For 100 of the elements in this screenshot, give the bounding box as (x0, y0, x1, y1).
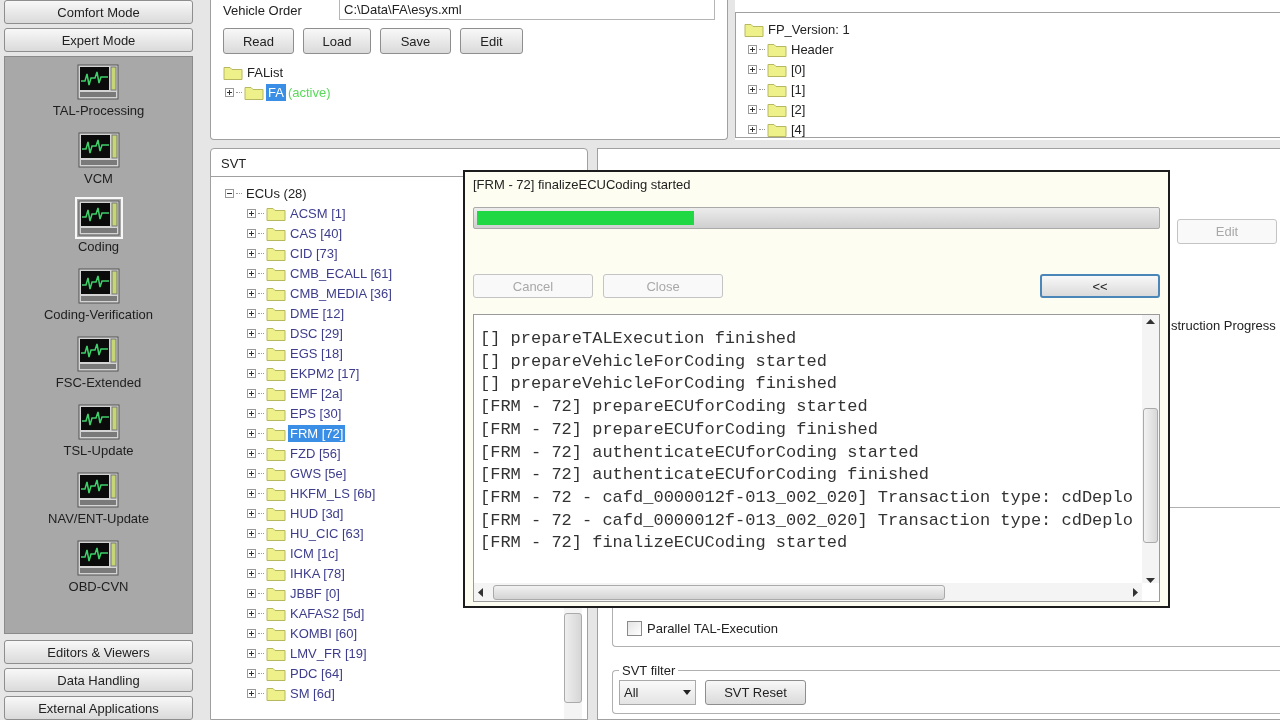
tree-item[interactable]: SM [6d] (288, 684, 337, 702)
folder-icon (266, 485, 286, 501)
log-line: [FRM - 72] authenticateECUforCoding started (480, 441, 919, 464)
folder-icon (266, 625, 286, 641)
expand-icon (247, 528, 256, 538)
mode-button[interactable]: Comfort Mode (4, 0, 193, 24)
tree-item[interactable]: PDC [64] (288, 664, 345, 682)
folder-icon (744, 21, 764, 37)
log-line: [] prepareVehicleForCoding started (480, 350, 827, 373)
folder-icon (244, 84, 264, 100)
log-line: [FRM - 72] finalizeECUCoding started (480, 532, 848, 555)
folder-icon (767, 121, 787, 137)
tree-item[interactable]: FAList (245, 63, 286, 81)
folder-icon (767, 41, 787, 57)
tree-item[interactable]: ACSM [1] (288, 204, 348, 222)
scroll-left-icon (478, 587, 483, 597)
tree-item[interactable]: [2] (789, 100, 808, 118)
scrollbar-thumb[interactable] (493, 584, 945, 600)
mode-button[interactable]: Editors & Viewers (4, 640, 193, 664)
tool-button[interactable]: TSL-Update (63, 401, 134, 469)
expand-icon (748, 104, 757, 114)
mode-button[interactable]: Expert Mode (4, 28, 193, 52)
tree-item[interactable]: CMB_MEDIA [36] (288, 284, 394, 302)
expand-icon (748, 124, 757, 134)
expand-icon (225, 87, 234, 97)
folder-icon (223, 64, 243, 80)
filter-dropdown[interactable]: All (619, 680, 696, 705)
expand-icon (247, 208, 256, 218)
folder-icon (266, 685, 286, 701)
folder-icon (266, 305, 286, 321)
folder-icon (266, 405, 286, 421)
tree-item[interactable]: IHKA [78] (288, 564, 347, 582)
expand-icon (748, 64, 757, 74)
mode-button[interactable]: Data Handling (4, 668, 193, 692)
checkbox-label: Parallel TAL-Execution (647, 621, 779, 636)
tree-item[interactable]: ECUs (28) (244, 184, 309, 202)
group-title: SVT filter (621, 663, 677, 678)
tree-item[interactable]: [0] (789, 60, 808, 78)
tree-item[interactable]: EPS [30] (288, 404, 344, 422)
tree-item[interactable]: [1] (789, 80, 808, 98)
action-button[interactable]: Save (380, 28, 451, 54)
folder-icon (266, 605, 286, 621)
tree-item[interactable]: HUD [3d] (288, 504, 346, 522)
tree-item[interactable]: CID [73] (288, 244, 340, 262)
expand-icon (247, 288, 256, 298)
tree-item[interactable]: FZD [56] (288, 444, 343, 462)
tool-button[interactable]: NAV/ENT-Update (48, 469, 149, 537)
expand-icon (247, 348, 256, 358)
tree-item[interactable]: GWS [5e] (288, 464, 349, 482)
scrollbar-thumb[interactable] (1143, 408, 1158, 543)
tree-item[interactable]: JBBF [0] (288, 584, 342, 602)
folder-icon (266, 665, 286, 681)
tree-item[interactable]: HKFM_LS [6b] (288, 484, 378, 502)
log-line: [FRM - 72] prepareECUforCoding finished (480, 418, 878, 441)
tool-button[interactable]: VCM (74, 129, 123, 197)
mode-button[interactable]: External Applications (4, 696, 193, 720)
tree-item[interactable]: LMV_FR [19] (288, 644, 369, 662)
tree-item[interactable]: EMF [2a] (288, 384, 345, 402)
collapse-button[interactable]: << (1040, 274, 1160, 298)
expand-icon (247, 388, 256, 398)
tree-item[interactable]: CMB_ECALL [61] (288, 264, 395, 282)
log-line: [FRM - 72] authenticateECUforCoding finished (480, 464, 929, 487)
expand-icon (748, 84, 757, 94)
tool-button[interactable]: OBD-CVN (68, 537, 129, 605)
folder-icon (266, 445, 286, 461)
tree-item[interactable]: Header (789, 40, 836, 58)
scrollbar-thumb[interactable] (564, 613, 582, 703)
action-button[interactable]: Edit (460, 28, 523, 54)
tree-item[interactable]: EKPM2 [17] (288, 364, 362, 382)
action-button[interactable]: Load (303, 28, 371, 54)
path-field[interactable]: C:\Data\FA\esys.xml (339, 0, 715, 20)
scroll-up-icon (1146, 319, 1155, 324)
tree-item[interactable]: FP_Version: 1 (766, 20, 852, 38)
folder-icon (266, 645, 286, 661)
tool-button[interactable]: FSC-Extended (55, 333, 142, 401)
tree-item[interactable]: DME [12] (288, 304, 347, 322)
reset-button[interactable]: SVT Reset (705, 680, 806, 705)
log-line: [] prepareVehicleForCoding finished (480, 373, 838, 396)
expand-icon (247, 508, 256, 518)
action-button[interactable]: Read (223, 28, 294, 54)
field-label: Vehicle Order (223, 2, 303, 18)
tree-item[interactable]: CAS [40] (288, 224, 345, 242)
tool-button[interactable]: Coding-Verification (43, 265, 154, 333)
tree-item[interactable]: [4] (789, 120, 808, 138)
tool-button[interactable]: TAL-Processing (52, 61, 145, 129)
tool-button[interactable]: Coding (74, 197, 123, 265)
tree-item[interactable]: HU_CIC [63] (288, 524, 366, 542)
log-line: [FRM - 72] prepareECUforCoding started (480, 396, 868, 419)
tree-item[interactable]: EGS [18] (288, 344, 345, 362)
expand-icon (247, 368, 256, 378)
tree-item[interactable]: DSC [29] (288, 324, 345, 342)
tree-item[interactable]: KOMBI [60] (288, 624, 360, 642)
checkbox[interactable] (627, 621, 642, 636)
folder-icon (266, 285, 286, 301)
tree-item[interactable]: ICM [1c] (288, 544, 341, 562)
tree-item[interactable]: KAFAS2 [5d] (288, 604, 367, 622)
folder-icon (266, 265, 286, 281)
folder-icon (767, 61, 787, 77)
log-line: [FRM - 72 - cafd_0000012f-013_002_020] Transaction type: cdDeplo (480, 509, 1133, 532)
expand-icon (247, 408, 256, 418)
